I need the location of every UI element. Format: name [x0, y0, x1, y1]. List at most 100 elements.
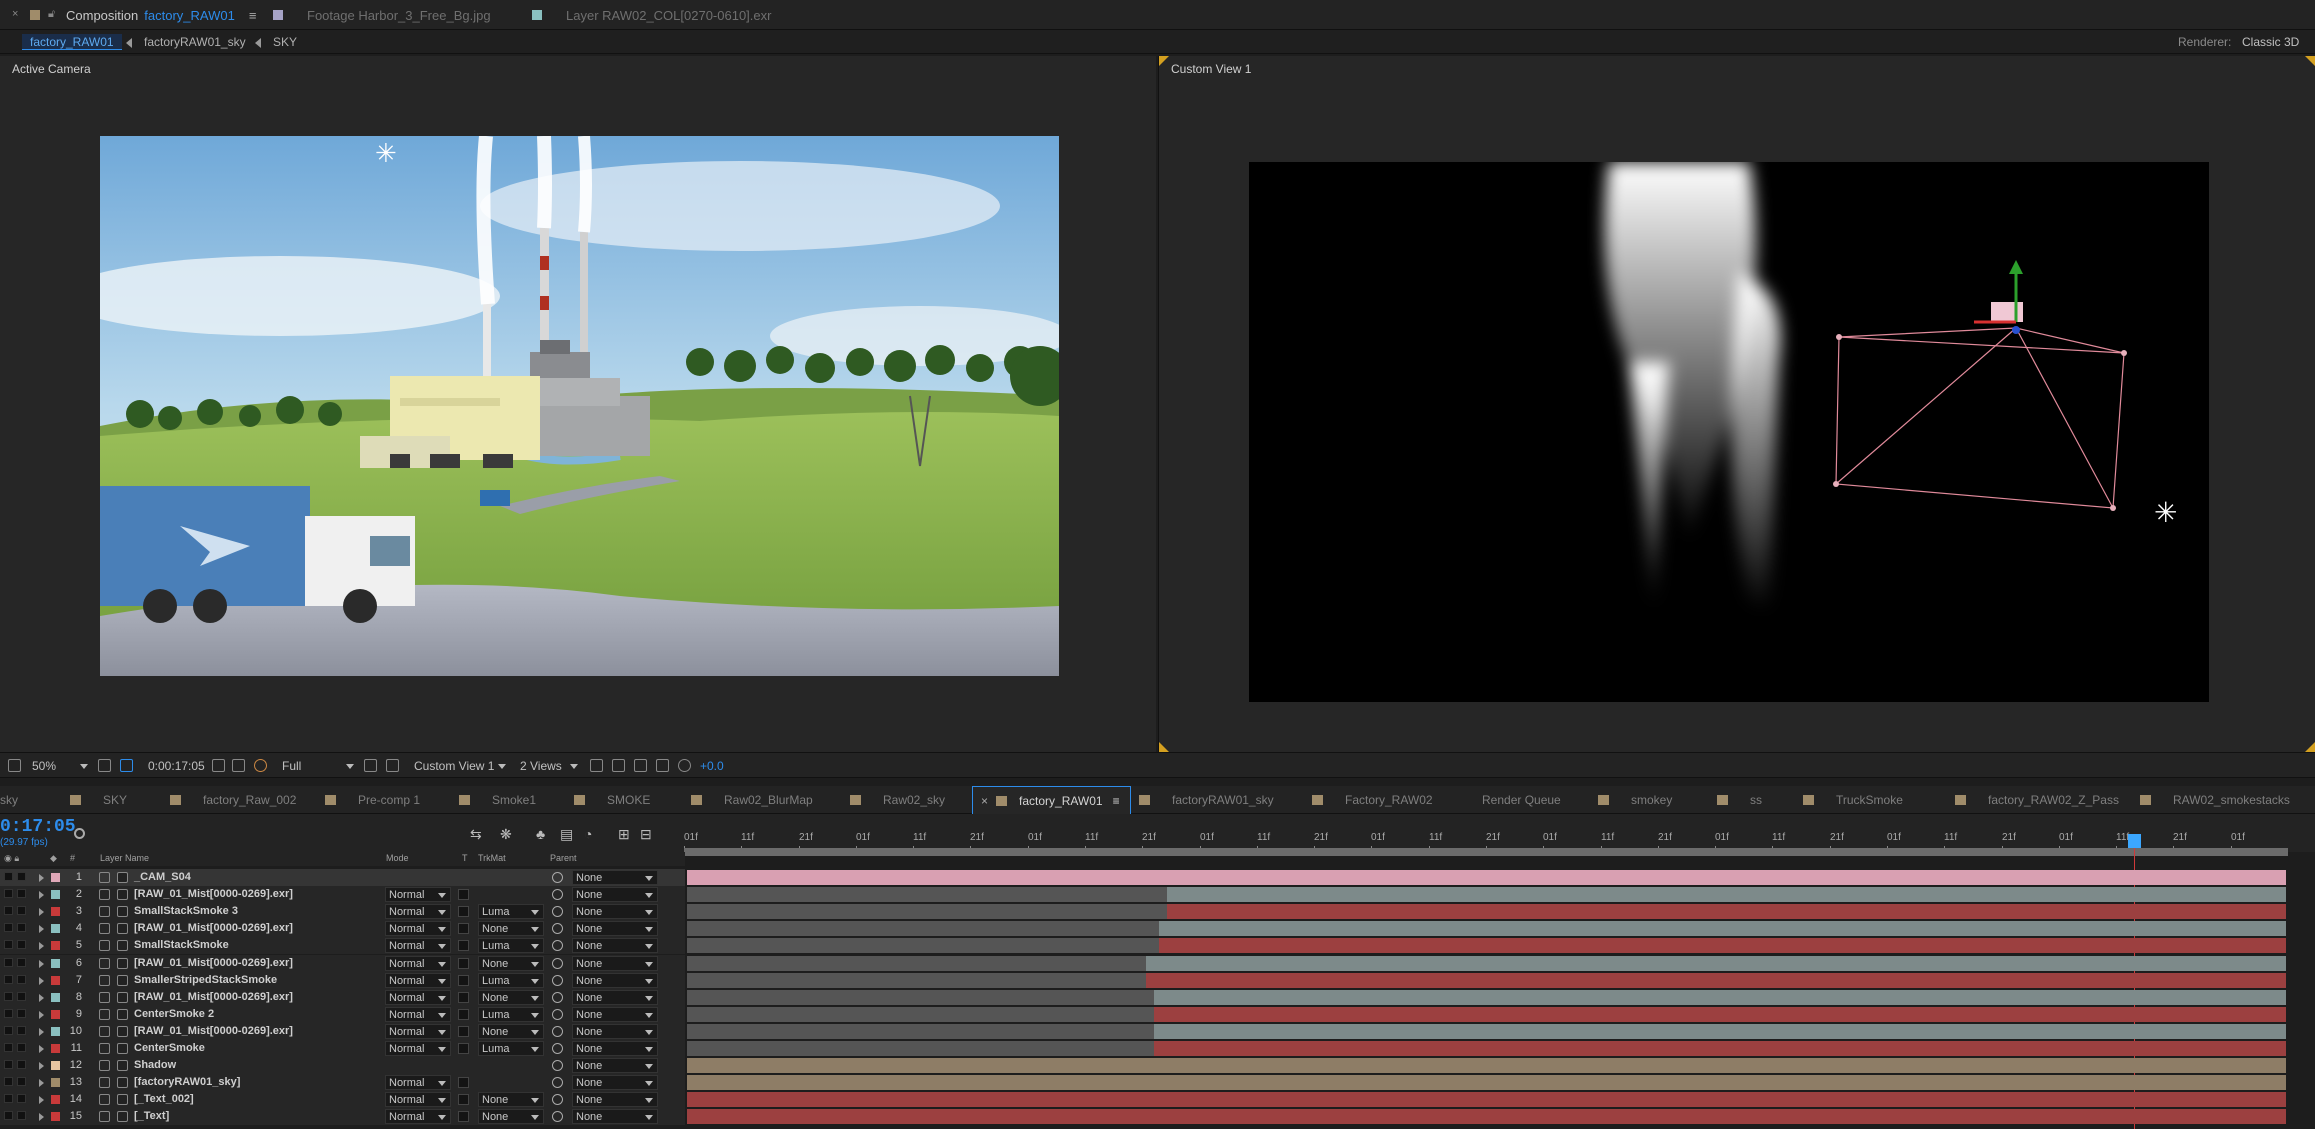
video-switch-icon[interactable] — [4, 958, 13, 967]
layer-bar[interactable] — [687, 1075, 2286, 1090]
expand-triangle-icon[interactable] — [39, 1096, 44, 1104]
layer-name[interactable]: [_Text_002] — [134, 1093, 194, 1105]
region-of-interest-icon[interactable] — [364, 759, 377, 772]
parent-pickwhip-icon[interactable] — [552, 872, 563, 883]
video-switch-icon[interactable] — [4, 1009, 13, 1018]
parent-select[interactable]: None — [572, 1058, 658, 1073]
effect-switch-icon[interactable] — [117, 1026, 128, 1037]
layer-row[interactable]: 15 [_Text] Normal None None — [0, 1108, 685, 1125]
layer-label-color[interactable] — [51, 1061, 60, 1070]
work-area-bar[interactable] — [684, 848, 2288, 856]
motion-blur-icon[interactable]: ◔ — [584, 826, 592, 842]
layer-bar[interactable] — [1167, 887, 2286, 902]
layer-row[interactable]: 7 SmallerStripedStackSmoke Normal Luma None — [0, 972, 685, 989]
expand-triangle-icon[interactable] — [39, 942, 44, 950]
tab-timeline-smoke[interactable]: SMOKE — [574, 786, 650, 814]
track-matte-select[interactable]: Luma — [478, 973, 544, 988]
layer-bar[interactable] — [687, 870, 2286, 885]
parent-pickwhip-icon[interactable] — [552, 992, 563, 1003]
video-switch-icon[interactable] — [4, 992, 13, 1001]
parent-pickwhip-icon[interactable] — [552, 1077, 563, 1088]
lock-switch-icon[interactable] — [17, 992, 26, 1001]
track-matte-select[interactable]: Luma — [478, 904, 544, 919]
chevron-down-icon[interactable] — [498, 764, 506, 769]
lock-switch-icon[interactable] — [17, 958, 26, 967]
parent-select[interactable]: None — [572, 887, 658, 902]
track-matte-select[interactable]: None — [478, 956, 544, 971]
timeline-timecode[interactable]: 0:17:05 — [0, 817, 76, 837]
video-switch-icon[interactable] — [4, 1026, 13, 1035]
parent-select[interactable]: None — [572, 1075, 658, 1090]
expand-triangle-icon[interactable] — [39, 1062, 44, 1070]
lock-switch-icon[interactable] — [17, 1077, 26, 1086]
effect-switch-icon[interactable] — [117, 889, 128, 900]
layer-row[interactable]: 14 [_Text_002] Normal None None — [0, 1091, 685, 1108]
layer-name[interactable]: SmallStackSmoke — [134, 939, 229, 951]
blend-mode-select[interactable]: Normal — [385, 973, 451, 988]
chevron-down-icon[interactable] — [80, 764, 88, 769]
layer-bar-inactive[interactable] — [687, 956, 1146, 971]
layer-bar-inactive[interactable] — [687, 1041, 1154, 1056]
blend-mode-select[interactable]: Normal — [385, 887, 451, 902]
effect-switch-icon[interactable] — [117, 940, 128, 951]
blend-mode-select[interactable]: Normal — [385, 1109, 451, 1124]
blend-mode-select[interactable]: Normal — [385, 921, 451, 936]
effect-switch-icon[interactable] — [117, 975, 128, 986]
layer-name[interactable]: [RAW_01_Mist[0000-0269].exr] — [134, 991, 293, 1003]
lock-switch-icon[interactable] — [17, 923, 26, 932]
tab-layer[interactable]: Layer RAW02_COL[0270-0610].exr — [532, 0, 771, 30]
light-icon[interactable]: ✳ — [375, 138, 397, 169]
video-switch-icon[interactable] — [4, 1111, 13, 1120]
blend-mode-select[interactable]: Normal — [385, 1092, 451, 1107]
expand-triangle-icon[interactable] — [39, 1113, 44, 1121]
layer-bar[interactable] — [1154, 1007, 2286, 1022]
layer-row[interactable]: 3 SmallStackSmoke 3 Normal Luma None — [0, 903, 685, 920]
parent-select[interactable]: None — [572, 990, 658, 1005]
expand-triangle-icon[interactable] — [39, 1028, 44, 1036]
tab-timeline-ss[interactable]: ss — [1717, 786, 1762, 814]
layer-label-color[interactable] — [51, 1095, 60, 1104]
track-matte-select[interactable]: None — [478, 990, 544, 1005]
parent-select[interactable]: None — [572, 1041, 658, 1056]
layer-name[interactable]: [RAW_01_Mist[0000-0269].exr] — [134, 1025, 293, 1037]
video-switch-icon[interactable] — [4, 906, 13, 915]
layer-bar[interactable] — [1146, 973, 2286, 988]
layer-row[interactable]: 6 [RAW_01_Mist[0000-0269].exr] Normal None N… — [0, 955, 685, 972]
blend-mode-select[interactable]: Normal — [385, 1024, 451, 1039]
layer-row[interactable]: 2 [RAW_01_Mist[0000-0269].exr] Normal None — [0, 886, 685, 903]
expand-triangle-icon[interactable] — [39, 908, 44, 916]
blend-mode-select[interactable]: Normal — [385, 938, 451, 953]
parent-select[interactable]: None — [572, 973, 658, 988]
layer-bar[interactable] — [1154, 990, 2286, 1005]
lock-switch-icon[interactable] — [17, 872, 26, 881]
layer-row[interactable]: 8 [RAW_01_Mist[0000-0269].exr] Normal None N… — [0, 989, 685, 1006]
breadcrumb-sky[interactable]: SKY — [265, 34, 305, 50]
track-matte-select[interactable]: Luma — [478, 1007, 544, 1022]
lock-switch-icon[interactable] — [17, 940, 26, 949]
lock-switch-icon[interactable] — [17, 1009, 26, 1018]
close-icon[interactable]: × — [981, 794, 988, 808]
tab-timeline-trucksmoke[interactable]: TruckSmoke — [1803, 786, 1903, 814]
layer-name[interactable]: Shadow — [134, 1059, 176, 1071]
composition-preview[interactable] — [100, 136, 1059, 676]
region-icon[interactable] — [120, 759, 133, 772]
expand-triangle-icon[interactable] — [39, 1011, 44, 1019]
blend-mode-select[interactable]: Normal — [385, 1007, 451, 1022]
fast-previews-icon[interactable] — [612, 759, 625, 772]
lock-switch-icon[interactable] — [17, 975, 26, 984]
video-switch-icon[interactable] — [4, 940, 13, 949]
layer-bar[interactable] — [1154, 1041, 2286, 1056]
layer-name[interactable]: [_Text] — [134, 1110, 169, 1122]
parent-pickwhip-icon[interactable] — [552, 923, 563, 934]
zoom-select[interactable]: 50% — [32, 758, 56, 774]
layer-label-color[interactable] — [51, 890, 60, 899]
frame-blending-icon[interactable]: ▤ — [560, 826, 573, 843]
chevron-down-icon[interactable] — [570, 764, 578, 769]
parent-select[interactable]: None — [572, 1092, 658, 1107]
effect-switch-icon[interactable] — [117, 1094, 128, 1105]
video-switch-icon[interactable] — [4, 923, 13, 932]
timeline-icon[interactable] — [634, 759, 647, 772]
expand-triangle-icon[interactable] — [39, 994, 44, 1002]
preserve-transparency-checkbox[interactable] — [458, 992, 469, 1003]
expand-triangle-icon[interactable] — [39, 925, 44, 933]
